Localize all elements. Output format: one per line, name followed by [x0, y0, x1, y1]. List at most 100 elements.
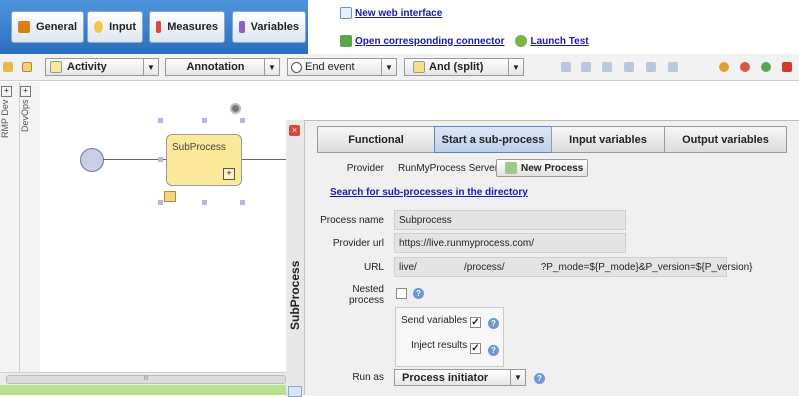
input-button[interactable]: Input — [87, 11, 143, 43]
chevron-down-icon: ▼ — [508, 59, 523, 75]
variables-button[interactable]: Variables — [232, 11, 306, 43]
panel-bottom-icon[interactable] — [288, 386, 302, 397]
process-name-label: Process name — [320, 215, 384, 226]
nested-process-label: Nested process — [348, 284, 384, 306]
activity-select[interactable]: Activity ▼ — [45, 58, 159, 76]
search-subprocess-link[interactable]: Search for sub-processes in the director… — [330, 187, 528, 198]
tab-start-subprocess[interactable]: Start a sub-process — [434, 126, 552, 153]
inject-results-checkbox[interactable]: ✓ — [470, 343, 481, 354]
selection-handle[interactable] — [202, 200, 207, 205]
magnifier-icon — [94, 21, 104, 33]
scrollbar-grip: III — [143, 376, 149, 382]
subprocess-node-label: SubProcess — [172, 142, 226, 153]
selection-handle[interactable] — [158, 200, 163, 205]
tab-input-variables[interactable]: Input variables — [551, 126, 665, 153]
activity-shape-icon — [50, 61, 62, 73]
variables-icon — [239, 21, 245, 33]
new-process-button[interactable]: New Process — [496, 159, 588, 177]
end-event-select-value: End event — [305, 61, 355, 73]
selection-handle[interactable] — [158, 118, 163, 123]
inject-results-label: Inject results — [411, 340, 468, 351]
properties-sidebar: × SubProcess — [286, 120, 305, 397]
input-label: Input — [109, 21, 136, 33]
selection-handle[interactable] — [202, 118, 207, 123]
process-name-field[interactable]: Subprocess — [394, 210, 626, 230]
diagram-canvas[interactable] — [40, 82, 286, 372]
pencil-icon[interactable] — [3, 62, 13, 72]
rotate-handle-icon[interactable] — [230, 103, 241, 114]
general-label: General — [36, 21, 77, 33]
process-name-value: Subprocess — [399, 214, 452, 226]
send-variables-checkbox[interactable]: ✓ — [470, 317, 481, 328]
canvas-scrollbar[interactable]: III — [0, 372, 286, 385]
and-split-select-value: And (split) — [429, 61, 484, 73]
run-as-select[interactable]: Process initiator ▼ — [394, 369, 526, 386]
variables-label: Variables — [250, 21, 299, 33]
lane-label-devops: DevOps — [20, 99, 30, 132]
lane-divider — [19, 82, 20, 372]
url-label: URL — [363, 262, 384, 273]
measures-icon — [156, 21, 162, 33]
align-middle-icon[interactable] — [646, 62, 656, 72]
provider-url-label: Provider url — [332, 238, 384, 249]
open-connector-link[interactable]: Open corresponding connector — [355, 36, 504, 47]
chevron-down-icon: ▼ — [510, 370, 525, 385]
selection-handle[interactable] — [240, 200, 245, 205]
zoom-fit-icon[interactable] — [719, 62, 729, 72]
help-icon[interactable]: ? — [534, 373, 545, 384]
align-left-icon[interactable] — [561, 62, 571, 72]
lane-label-rmp: RMP Dev — [0, 99, 10, 138]
help-icon[interactable]: ? — [488, 318, 499, 329]
tab-label: Output variables — [682, 133, 769, 146]
align-center-icon[interactable] — [581, 62, 591, 72]
tab-functional[interactable]: Functional — [317, 126, 435, 153]
activity-select-value: Activity — [67, 61, 107, 73]
sequence-flow[interactable] — [103, 159, 166, 160]
new-interface-link-row[interactable]: New web interface — [340, 7, 442, 19]
zoom-in-icon[interactable] — [761, 62, 771, 72]
chevron-down-icon: ▼ — [264, 59, 279, 75]
note-icon[interactable] — [22, 62, 32, 72]
selection-handle[interactable] — [240, 118, 245, 123]
help-icon[interactable]: ? — [413, 288, 424, 299]
nested-process-checkbox[interactable] — [396, 288, 407, 299]
toolbar: Activity ▼ Annotation ▼ End event ▼ And … — [0, 54, 799, 81]
align-top-icon[interactable] — [624, 62, 634, 72]
connector-links-row: Open corresponding connector Launch Test — [340, 35, 589, 47]
url-field[interactable]: live/ /process/ ?P_mode=${P_mode}&P_vers… — [394, 257, 753, 277]
run-as-label: Run as — [352, 372, 384, 383]
annotation-select[interactable]: Annotation ▼ — [165, 58, 280, 76]
new-web-interface-link[interactable]: New web interface — [355, 8, 442, 19]
and-split-icon — [413, 61, 425, 73]
provider-url-field[interactable]: https://live.runmyprocess.com/ — [394, 233, 626, 253]
expand-icon[interactable]: + — [20, 86, 31, 97]
provider-label: Provider — [346, 163, 384, 174]
collapsed-subprocess-icon: + — [223, 168, 235, 180]
measures-label: Measures — [167, 21, 218, 33]
expand-icon[interactable]: + — [1, 86, 12, 97]
general-button[interactable]: General — [11, 11, 84, 43]
tab-label: Start a sub-process — [441, 133, 545, 146]
left-panel-strip: + + RMP Dev DevOps — [0, 82, 41, 372]
end-event-select[interactable]: End event ▼ — [287, 58, 397, 76]
align-bottom-icon[interactable] — [668, 62, 678, 72]
gateway-select[interactable]: And (split) ▼ — [404, 58, 524, 76]
selection-handle[interactable] — [158, 157, 163, 162]
properties-tabs: Functional Start a sub-process Input var… — [317, 126, 787, 153]
scrollbar-thumb[interactable]: III — [6, 375, 286, 384]
close-icon[interactable]: × — [289, 125, 300, 136]
measures-button[interactable]: Measures — [149, 11, 225, 43]
align-right-icon[interactable] — [602, 62, 612, 72]
subprocess-node[interactable]: SubProcess + — [166, 134, 242, 186]
sequence-flow[interactable] — [242, 159, 286, 160]
zoom-out-icon[interactable] — [740, 62, 750, 72]
edit-properties-icon[interactable] — [164, 191, 176, 202]
start-event[interactable] — [80, 148, 104, 172]
launch-test-link[interactable]: Launch Test — [530, 36, 588, 47]
tab-output-variables[interactable]: Output variables — [664, 126, 787, 153]
tab-label: Input variables — [569, 133, 647, 146]
pdf-icon[interactable] — [782, 62, 792, 72]
new-process-label: New Process — [521, 162, 584, 174]
top-navigation: General Input Measures Variables — [0, 0, 308, 54]
help-icon[interactable]: ? — [488, 345, 499, 356]
